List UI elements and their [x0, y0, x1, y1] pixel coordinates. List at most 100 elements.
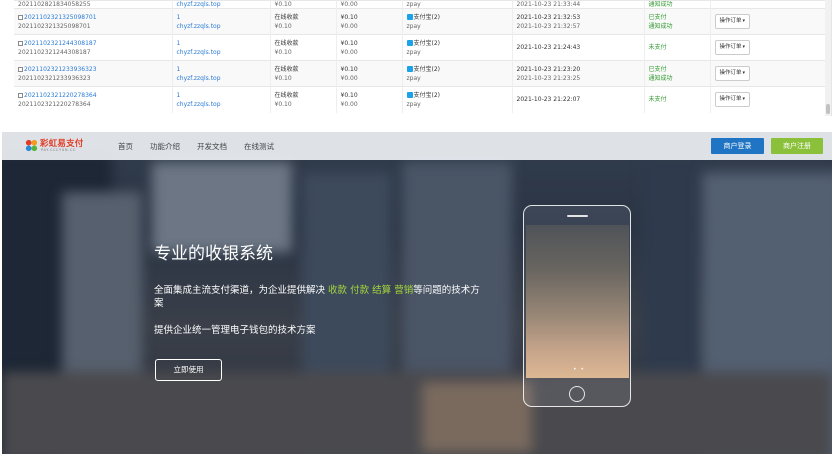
highlight-marketing: 营销	[394, 285, 414, 296]
status-badge: 未支付	[648, 96, 667, 104]
table-row: 2021102321220278364 2021102321220278364 …	[14, 86, 827, 113]
order-action-label: 操作订单	[719, 96, 742, 103]
nav-home[interactable]: 首页	[118, 141, 133, 152]
shop-id[interactable]: 1	[177, 66, 181, 73]
nav-test[interactable]: 在线测试	[244, 141, 274, 152]
action-cell: 操作订单▾	[710, 34, 827, 61]
status-cell: 已支付 通知成功	[644, 60, 711, 87]
landing-page: 彩虹易支付 PAY.CCCYUN.CC 首页 功能介绍 开发文档 在线测试 商户…	[2, 132, 832, 454]
shop-domain-link[interactable]: chyzf.zzqls.top	[177, 101, 221, 108]
name-cell: 在线收款 ¥0.10	[270, 86, 337, 113]
shop-cell: 1 chyzf.zzqls.top	[172, 60, 271, 87]
shop-id[interactable]: 1	[177, 40, 181, 47]
nav-docs[interactable]: 开发文档	[197, 141, 227, 152]
money-actual: ¥0.00	[340, 100, 358, 108]
checkbox-icon[interactable]	[18, 66, 23, 72]
trade-no-link[interactable]: 2021102321233936323	[24, 66, 97, 73]
carousel-dots: • •	[573, 366, 585, 373]
shop-domain-link[interactable]: chyzf.zzqls.top	[177, 23, 221, 30]
checkbox-icon[interactable]	[18, 40, 23, 46]
top-navbar: 彩虹易支付 PAY.CCCYUN.CC 首页 功能介绍 开发文档 在线测试 商户…	[2, 132, 832, 160]
trade-no-sub: 2021102321233936323	[18, 74, 91, 82]
status-sub: 通知成功	[648, 74, 673, 82]
shop-cell: 1 chyzf.zzqls.top	[172, 34, 271, 61]
order-action-button[interactable]: 操作订单▾	[714, 66, 751, 81]
pay-channel: zpay	[406, 1, 421, 9]
scrollbar-thumb[interactable]	[826, 104, 830, 114]
action-cell: 操作订单▾	[710, 86, 827, 113]
goods-name: 在线收款	[274, 39, 299, 47]
shop-cell: chyzf.zzqls.top	[172, 0, 271, 9]
merchant-register-button[interactable]: 商户注册	[771, 138, 823, 154]
time-created: 2021-10-23 21:22:07	[516, 96, 581, 104]
money-cell: ¥0.10 ¥0.00	[336, 60, 403, 87]
table-row: 2021102321233936323 2021102321233936323 …	[14, 60, 827, 87]
name-money: ¥0.10	[274, 1, 292, 9]
time-created: 2021-10-23 21:32:53	[516, 13, 581, 21]
status-cell: 已支付 通知成功	[644, 8, 711, 35]
highlight-settle: 结算	[372, 285, 392, 296]
goods-name: 在线收款	[274, 65, 299, 73]
trade-no-cell: 2021102321220278364 2021102321220278364	[14, 86, 173, 113]
alipay-icon	[406, 13, 413, 20]
status-cell: 未支付	[644, 86, 711, 113]
status-sub: 通知成功	[648, 1, 673, 9]
money-cell: ¥0.00	[336, 0, 403, 9]
use-now-button[interactable]: 立即使用	[155, 359, 222, 381]
shop-cell: 1 chyzf.zzqls.top	[172, 8, 271, 35]
trade-no-link[interactable]: 2021102321244308187	[24, 40, 97, 47]
shop-id[interactable]: 1	[177, 14, 181, 21]
pay-type-cell: 支付宝(2) zpay	[402, 60, 513, 87]
nav-features[interactable]: 功能介绍	[150, 141, 180, 152]
main-nav: 首页 功能介绍 开发文档 在线测试	[118, 141, 274, 152]
hero-desc-prefix: 全面集成主流支付渠道，为企业提供解决	[154, 285, 326, 296]
pay-type-cell: 支付宝(2) zpay	[402, 34, 513, 61]
status-cell: 未支付	[644, 34, 711, 61]
shop-domain-link[interactable]: chyzf.zzqls.top	[177, 49, 221, 56]
site-logo[interactable]: 彩虹易支付 PAY.CCCYUN.CC	[24, 136, 88, 156]
order-action-label: 操作订单	[719, 18, 742, 24]
money-actual: ¥0.00	[340, 22, 358, 30]
alipay-icon	[406, 39, 413, 46]
order-action-button[interactable]: 操作订单▾	[714, 92, 751, 108]
name-money: ¥0.10	[274, 100, 292, 108]
pay-type-cell: zpay	[402, 0, 513, 9]
caret-down-icon: ▾	[742, 70, 746, 76]
shop-domain-link[interactable]: chyzf.zzqls.top	[177, 2, 221, 9]
time-cell: 2021-10-23 21:32:53 2021-10-23 21:32:57	[512, 8, 645, 35]
money: ¥0.10	[340, 39, 358, 47]
order-action-button[interactable]: 操作订单▾	[714, 40, 751, 55]
trade-no-sub: 2021102821834058255	[18, 1, 91, 9]
order-table: 2021102821834058255 chyzf.zzqls.top ¥0.1…	[14, 0, 827, 113]
table-row: 2021102321325098701 2021102321325098701 …	[14, 8, 827, 35]
shop-domain-link[interactable]: chyzf.zzqls.top	[177, 75, 221, 82]
pay-channel: zpay	[406, 22, 421, 30]
trade-no-link[interactable]: 2021102321220278364	[24, 92, 97, 99]
status-sub: 通知成功	[648, 22, 673, 30]
home-button-icon	[569, 386, 585, 402]
action-cell: 操作订单▾	[710, 60, 827, 87]
table-scrollbar[interactable]	[825, 0, 831, 116]
highlight-pay: 付款	[350, 285, 370, 296]
order-action-button[interactable]: 操作订单▾	[714, 14, 751, 29]
checkbox-icon[interactable]	[18, 92, 23, 98]
goods-name: 在线收款	[274, 91, 299, 99]
status-cell: 通知成功	[644, 0, 711, 9]
order-table-panel: 2021102821834058255 chyzf.zzqls.top ¥0.1…	[14, 0, 832, 116]
money-actual: ¥0.00	[340, 1, 358, 9]
time-paid: 2021-10-23 21:33:44	[516, 1, 581, 9]
status-badge: 未支付	[648, 44, 667, 51]
trade-no-cell: 2021102321244308187 2021102321244308187	[14, 34, 173, 61]
merchant-login-button[interactable]: 商户登录	[711, 138, 764, 154]
time-paid: 2021-10-23 21:32:57	[516, 22, 581, 30]
trade-no-cell: 2021102321233936323 2021102321233936323	[14, 60, 173, 87]
shop-id[interactable]: 1	[177, 92, 181, 99]
trade-no-link[interactable]: 2021102321325098701	[24, 14, 97, 21]
checkbox-icon[interactable]	[18, 14, 23, 20]
name-money: ¥0.10	[274, 22, 292, 30]
pay-channel: zpay	[406, 48, 421, 56]
pay-type: 支付宝(2)	[413, 91, 441, 99]
money-cell: ¥0.10 ¥0.00	[336, 34, 403, 61]
name-cell: 在线收款 ¥0.10	[270, 34, 337, 61]
time-cell: 2021-10-23 21:24:43	[512, 34, 645, 61]
